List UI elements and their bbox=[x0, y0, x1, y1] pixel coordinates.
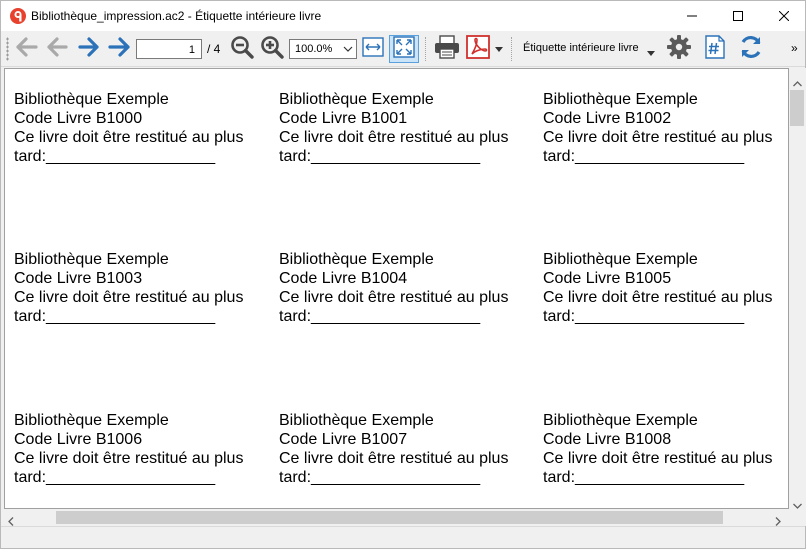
layout-dropdown-arrow-icon[interactable] bbox=[647, 44, 655, 62]
label-library-name: Bibliothèque Exemple bbox=[279, 91, 434, 108]
fit-width-icon bbox=[362, 36, 384, 63]
label-return-date-line: tard:___________________ bbox=[14, 308, 216, 325]
label-return-date-line: tard:___________________ bbox=[14, 148, 216, 165]
zoom-in-button[interactable] bbox=[258, 35, 286, 63]
numbering-button[interactable] bbox=[701, 34, 729, 64]
label-book-code: Code Livre B1000 bbox=[14, 110, 143, 127]
next-page-arrow-icon bbox=[78, 36, 100, 62]
toolbar: / 4 100.0% bbox=[1, 31, 805, 67]
label-return-notice: Ce livre doit être restitué au plus bbox=[279, 129, 509, 146]
label-book-code: Code Livre B1006 bbox=[14, 431, 143, 448]
app-window: Bibliothèque_impression.ac2 - Étiquette … bbox=[0, 0, 806, 549]
label-book-code: Code Livre B1001 bbox=[279, 110, 408, 127]
label-cell: Bibliothèque Exemple Code Livre B1005 Ce… bbox=[543, 250, 772, 326]
label-cell: Bibliothèque Exemple Code Livre B1000 Ce… bbox=[14, 90, 243, 166]
vertical-scroll-thumb[interactable] bbox=[790, 90, 804, 126]
label-library-name: Bibliothèque Exemple bbox=[279, 412, 434, 429]
status-bar bbox=[1, 526, 805, 548]
zoom-value: 100.0% bbox=[295, 43, 333, 55]
label-book-code: Code Livre B1007 bbox=[279, 431, 408, 448]
label-cell: Bibliothèque Exemple Code Livre B1006 Ce… bbox=[14, 411, 243, 487]
first-page-button[interactable] bbox=[13, 35, 41, 63]
label-return-date-line: tard:___________________ bbox=[279, 469, 481, 486]
pdf-icon bbox=[466, 34, 490, 64]
label-return-date-line: tard:___________________ bbox=[14, 469, 216, 486]
hash-icon bbox=[704, 34, 726, 64]
label-cell: Bibliothèque Exemple Code Livre B1003 Ce… bbox=[14, 250, 243, 326]
zoom-out-button[interactable] bbox=[228, 35, 256, 63]
label-return-notice: Ce livre doit être restitué au plus bbox=[14, 129, 244, 146]
zoom-out-icon bbox=[230, 35, 254, 64]
gear-icon bbox=[667, 34, 691, 64]
last-page-arrow-icon bbox=[108, 36, 130, 62]
label-library-name: Bibliothèque Exemple bbox=[543, 412, 698, 429]
label-cell: Bibliothèque Exemple Code Livre B1004 Ce… bbox=[279, 250, 508, 326]
label-return-date-line: tard:___________________ bbox=[279, 308, 481, 325]
chevron-down-icon bbox=[343, 44, 353, 57]
print-preview-area[interactable]: Bibliothèque Exemple Code Livre B1000 Ce… bbox=[4, 68, 789, 509]
first-page-arrow-icon bbox=[16, 36, 38, 62]
toolbar-grip[interactable] bbox=[6, 37, 9, 61]
fit-page-icon bbox=[393, 35, 415, 63]
print-button[interactable] bbox=[432, 34, 462, 64]
app-logo-icon bbox=[9, 7, 27, 25]
label-return-notice: Ce livre doit être restitué au plus bbox=[543, 289, 773, 306]
toolbar-overflow-button[interactable]: » bbox=[791, 41, 798, 55]
previous-page-button[interactable] bbox=[43, 35, 71, 63]
label-book-code: Code Livre B1008 bbox=[543, 431, 672, 448]
zoom-in-icon bbox=[260, 35, 284, 64]
label-return-notice: Ce livre doit être restitué au plus bbox=[279, 289, 509, 306]
minimize-button[interactable] bbox=[669, 1, 715, 31]
export-pdf-button[interactable] bbox=[464, 34, 492, 64]
label-cell: Bibliothèque Exemple Code Livre B1008 Ce… bbox=[543, 411, 772, 487]
label-return-notice: Ce livre doit être restitué au plus bbox=[14, 450, 244, 467]
label-cell: Bibliothèque Exemple Code Livre B1002 Ce… bbox=[543, 90, 772, 166]
label-book-code: Code Livre B1005 bbox=[543, 270, 672, 287]
close-button[interactable] bbox=[761, 1, 806, 31]
window-title: Bibliothèque_impression.ac2 - Étiquette … bbox=[31, 9, 322, 23]
label-library-name: Bibliothèque Exemple bbox=[14, 91, 169, 108]
label-return-date-line: tard:___________________ bbox=[279, 148, 481, 165]
label-book-code: Code Livre B1002 bbox=[543, 110, 672, 127]
label-book-code: Code Livre B1003 bbox=[14, 270, 143, 287]
settings-button[interactable] bbox=[664, 34, 694, 64]
next-page-button[interactable] bbox=[75, 35, 103, 63]
page-total-label: / 4 bbox=[207, 42, 221, 56]
refresh-icon bbox=[738, 34, 764, 65]
label-library-name: Bibliothèque Exemple bbox=[543, 91, 698, 108]
label-library-name: Bibliothèque Exemple bbox=[279, 251, 434, 268]
printer-icon bbox=[434, 34, 460, 64]
scrollbar-corner bbox=[789, 509, 806, 526]
label-library-name: Bibliothèque Exemple bbox=[14, 251, 169, 268]
label-return-notice: Ce livre doit être restitué au plus bbox=[543, 450, 773, 467]
fit-page-button[interactable] bbox=[389, 35, 419, 63]
dropdown-arrow-icon bbox=[495, 40, 503, 58]
label-return-date-line: tard:___________________ bbox=[543, 148, 745, 165]
label-return-date-line: tard:___________________ bbox=[543, 308, 745, 325]
export-menu-dropdown[interactable] bbox=[493, 35, 505, 63]
vertical-scrollbar[interactable] bbox=[789, 68, 806, 509]
label-cell: Bibliothèque Exemple Code Livre B1007 Ce… bbox=[279, 411, 508, 487]
label-cell: Bibliothèque Exemple Code Livre B1001 Ce… bbox=[279, 90, 508, 166]
label-return-notice: Ce livre doit être restitué au plus bbox=[14, 289, 244, 306]
page-number-input[interactable] bbox=[136, 39, 202, 59]
label-return-notice: Ce livre doit être restitué au plus bbox=[543, 129, 773, 146]
toolbar-separator bbox=[425, 37, 426, 61]
layout-select[interactable]: Étiquette intérieure livre bbox=[523, 42, 639, 54]
label-return-date-line: tard:___________________ bbox=[543, 469, 745, 486]
toolbar-separator bbox=[511, 37, 512, 61]
label-return-notice: Ce livre doit être restitué au plus bbox=[279, 450, 509, 467]
fit-width-button[interactable] bbox=[360, 35, 386, 63]
zoom-select[interactable]: 100.0% bbox=[289, 39, 357, 59]
title-bar: Bibliothèque_impression.ac2 - Étiquette … bbox=[1, 1, 805, 31]
maximize-button[interactable] bbox=[715, 1, 761, 31]
previous-page-arrow-icon bbox=[46, 36, 68, 62]
label-book-code: Code Livre B1004 bbox=[279, 270, 408, 287]
label-library-name: Bibliothèque Exemple bbox=[14, 412, 169, 429]
horizontal-scrollbar[interactable] bbox=[4, 509, 789, 526]
last-page-button[interactable] bbox=[105, 35, 133, 63]
refresh-button[interactable] bbox=[735, 35, 767, 63]
horizontal-scroll-thumb[interactable] bbox=[56, 511, 723, 524]
label-library-name: Bibliothèque Exemple bbox=[543, 251, 698, 268]
